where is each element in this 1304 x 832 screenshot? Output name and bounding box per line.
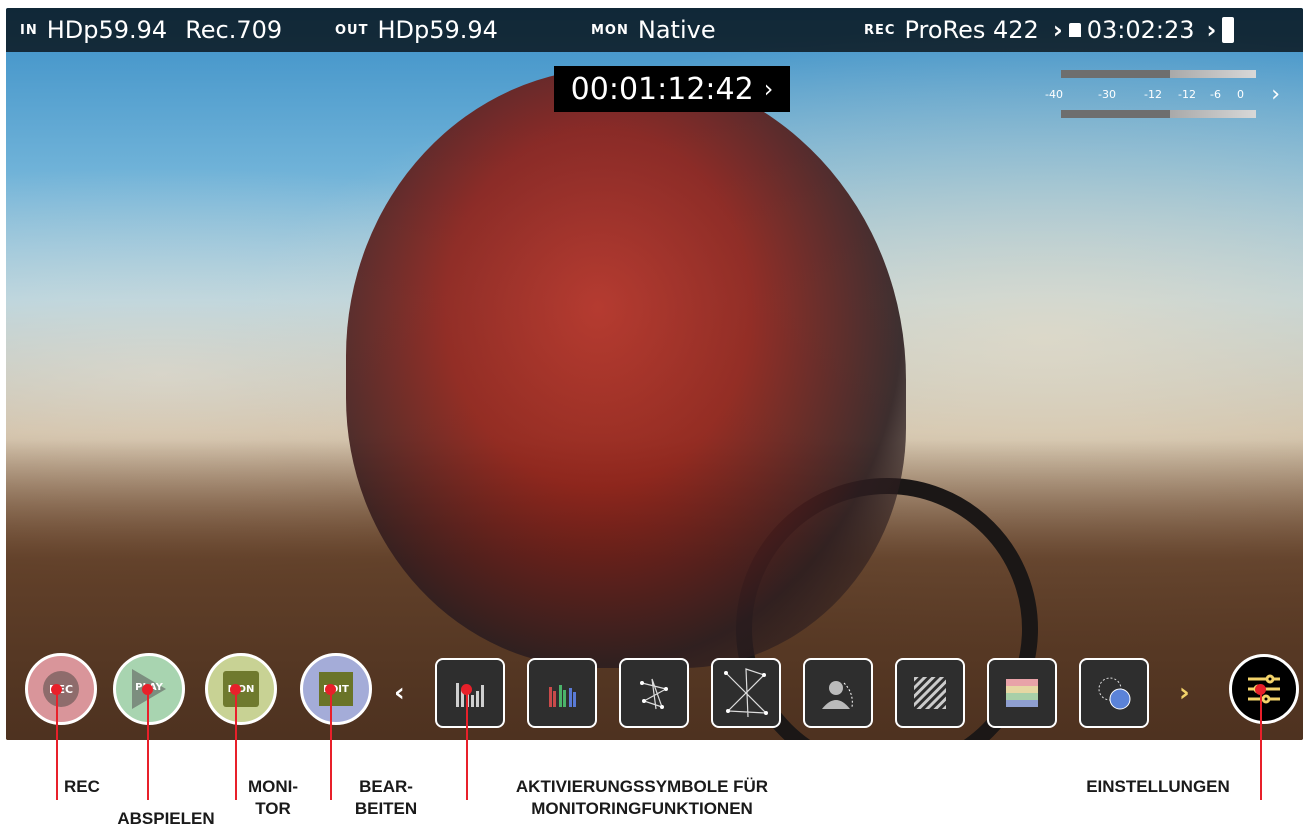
battery-icon xyxy=(1222,17,1235,43)
false-color-button[interactable] xyxy=(987,658,1057,728)
callout-line-monitor xyxy=(235,690,237,800)
focus-peaking-button[interactable] xyxy=(803,658,873,728)
input-status[interactable]: IN HDp59.94 Rec.709 xyxy=(20,8,282,52)
callout-dot-edit xyxy=(325,684,336,695)
timecode-display[interactable]: 00:01:12:42 › xyxy=(554,66,790,112)
label-play: ABSPIELEN xyxy=(117,809,215,828)
chevron-right-icon[interactable]: › xyxy=(1053,16,1063,44)
label-rec: REC xyxy=(64,777,100,796)
callout-dot-play xyxy=(142,684,153,695)
label-edit-line2: BEITEN xyxy=(354,799,418,818)
meter-label: -6 xyxy=(1210,88,1221,101)
meter-bar-left xyxy=(1061,70,1256,78)
in-gamut: Rec.709 xyxy=(185,16,283,44)
meter-label: 0 xyxy=(1237,88,1244,101)
chevron-right-icon: › xyxy=(763,75,774,103)
vectorscope-icon xyxy=(640,678,668,710)
chevron-right-icon: › xyxy=(1271,82,1280,107)
false-color-icon xyxy=(1006,679,1038,707)
meter-label: -30 xyxy=(1098,88,1116,101)
meter-bar-right xyxy=(1061,110,1256,118)
meter-label: -12 xyxy=(1144,88,1162,101)
label-settings: EINSTELLUNGEN xyxy=(1086,777,1230,796)
callout-dot-monitor xyxy=(230,684,241,695)
out-format: HDp59.94 xyxy=(377,16,498,44)
callout-line-edit xyxy=(330,690,332,800)
label-edit-line1: BEAR- xyxy=(359,777,413,796)
monitor-button[interactable]: MON xyxy=(205,653,277,725)
chevron-left-icon[interactable]: ‹ xyxy=(394,678,405,708)
meter-scale: -40 -30 -12 -12 -6 0 xyxy=(1034,88,1266,104)
label-tools: AKTIVIERUNGSSYMBOLE FÜR MONITORINGFUNKTI… xyxy=(472,776,812,820)
audio-meter[interactable]: -40 -30 -12 -12 -6 0 › xyxy=(1034,68,1282,122)
output-status[interactable]: OUT HDp59.94 xyxy=(335,8,498,52)
timecode-value: 00:01:12:42 xyxy=(570,71,754,107)
in-tag: IN xyxy=(20,22,38,38)
status-bar: IN HDp59.94 Rec.709 OUT HDp59.94 MON Nat… xyxy=(6,8,1303,52)
focus-peaking-icon xyxy=(822,681,853,709)
frame-guides-icon xyxy=(1098,677,1131,710)
chevron-right-icon[interactable]: › xyxy=(1179,678,1190,708)
frame-guides-button[interactable] xyxy=(1079,658,1149,728)
label-tools-line2: MONITORINGFUNKTIONEN xyxy=(531,799,753,818)
in-format: HDp59.94 xyxy=(46,16,168,44)
edit-button[interactable]: EDIT xyxy=(300,653,372,725)
record-status[interactable]: REC ProRes 422 › 03:02:23 › xyxy=(864,8,1235,52)
label-monitor-line1: MONI- xyxy=(247,777,299,796)
vectorscope-zoom-button[interactable] xyxy=(711,658,781,728)
vectorscope-zoom-icon xyxy=(724,668,768,718)
callout-dot-settings xyxy=(1255,684,1266,695)
meter-label: -40 xyxy=(1045,88,1063,101)
callout-line-settings xyxy=(1260,690,1262,800)
chevron-right-icon[interactable]: › xyxy=(1207,16,1217,44)
drive-icon xyxy=(1068,23,1081,37)
monitor-icon: MON xyxy=(223,671,259,707)
callout-line-tools xyxy=(466,690,468,800)
label-edit: BEAR- BEITEN xyxy=(336,776,436,820)
callout-line-play xyxy=(147,690,149,800)
mon-value: Native xyxy=(637,16,716,44)
label-monitor-line2: TOR xyxy=(255,799,291,818)
label-tools-line1: AKTIVIERUNGSSYMBOLE FÜR xyxy=(515,777,769,796)
monitor-status[interactable]: MON Native xyxy=(591,8,716,52)
mon-tag: MON xyxy=(591,22,629,38)
remaining-time: 03:02:23 xyxy=(1086,16,1195,44)
zebra-button[interactable] xyxy=(895,658,965,728)
vectorscope-button[interactable] xyxy=(619,658,689,728)
callout-dot-tools xyxy=(461,684,472,695)
label-monitor: MONI- TOR xyxy=(238,776,308,820)
rgb-parade-icon xyxy=(549,685,576,707)
callout-dot-rec xyxy=(51,684,62,695)
out-tag: OUT xyxy=(335,22,369,38)
meter-label: -12 xyxy=(1178,88,1196,101)
rgb-parade-button[interactable] xyxy=(527,658,597,728)
monitor-screen: IN HDp59.94 Rec.709 OUT HDp59.94 MON Nat… xyxy=(6,8,1303,740)
rec-codec: ProRes 422 xyxy=(904,16,1039,44)
callout-line-rec xyxy=(56,690,58,800)
zebra-icon xyxy=(914,677,946,709)
rec-tag: REC xyxy=(864,22,896,38)
